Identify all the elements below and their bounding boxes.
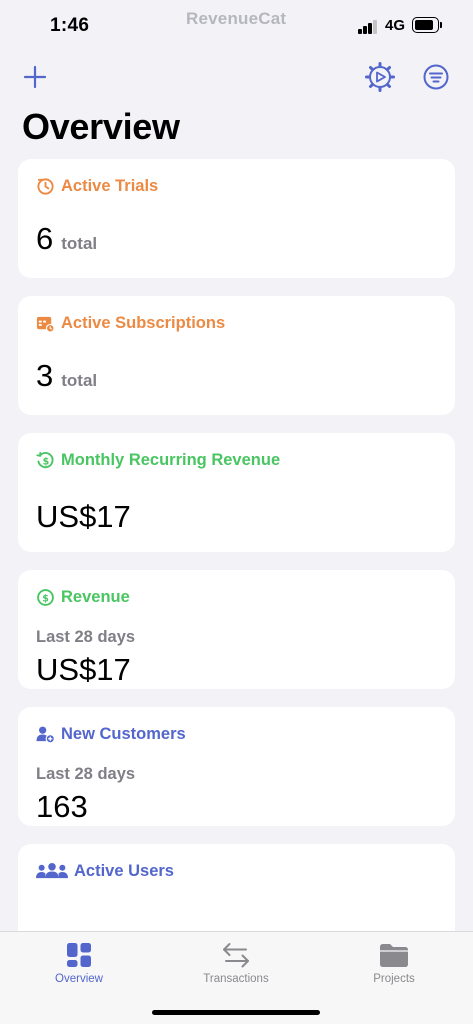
new-customers-card[interactable]: New Customers Last 28 days 163 [18, 707, 455, 826]
tab-label: Overview [55, 973, 103, 985]
card-title: Active Users [74, 862, 174, 880]
arrows-icon [223, 943, 249, 968]
calendar-icon [36, 316, 55, 333]
card-title: Monthly Recurring Revenue [61, 451, 281, 469]
status-bar: 1:46 RevenueCat 4G [0, 0, 473, 52]
mrr-card[interactable]: $ Monthly Recurring Revenue US$17 [18, 433, 455, 552]
card-title: Active Subscriptions [61, 314, 226, 332]
revenue-card[interactable]: $ Revenue Last 28 days US$17 [18, 570, 455, 689]
gear-play-icon [365, 62, 395, 92]
active-subscriptions-card[interactable]: Active Subscriptions 3 total [18, 296, 455, 415]
tab-transactions[interactable]: Transactions [176, 940, 296, 985]
page-title: Overview [22, 106, 180, 147]
card-period: Last 28 days [36, 628, 136, 646]
recurring-dollar-icon: $ [36, 451, 54, 469]
add-button[interactable] [18, 60, 52, 94]
card-value: US$17 [36, 499, 131, 534]
filter-button[interactable] [419, 60, 453, 94]
dashboard-icon [67, 943, 91, 967]
overview-cards: Active Trials 6 total Active Subscriptio… [18, 159, 455, 981]
card-unit: total [61, 371, 98, 390]
tab-projects[interactable]: Projects [334, 940, 454, 985]
card-title: New Customers [61, 725, 186, 743]
tab-overview[interactable]: Overview [19, 940, 139, 985]
tab-label: Projects [373, 973, 415, 985]
battery-icon [412, 17, 442, 34]
signal-icon [358, 20, 380, 34]
card-value: 6 [36, 221, 54, 256]
revenuecat-logo: RevenueCat [186, 9, 287, 28]
card-value: 163 [36, 789, 88, 824]
svg-text:$: $ [42, 593, 49, 604]
card-title: Revenue [61, 588, 130, 606]
dollar-circle-icon: $ [37, 589, 54, 606]
filter-icon [423, 64, 449, 90]
people-icon [36, 863, 68, 879]
settings-button[interactable] [363, 60, 397, 94]
add-person-icon [36, 726, 55, 744]
network-type: 4G [385, 17, 406, 34]
card-title: Active Trials [61, 177, 159, 195]
plus-icon [23, 65, 47, 89]
active-trials-card[interactable]: Active Trials 6 total [18, 159, 455, 278]
home-indicator[interactable] [152, 1010, 320, 1015]
timer-icon [37, 178, 54, 195]
tab-bar: Overview Transactions Projects [0, 931, 473, 1024]
svg-text:$: $ [43, 456, 50, 467]
status-time: 1:46 [50, 15, 90, 36]
tab-label: Transactions [203, 973, 269, 985]
card-unit: total [61, 234, 98, 253]
card-value: US$17 [36, 652, 131, 687]
card-period: Last 28 days [36, 765, 136, 783]
folder-icon [380, 944, 408, 967]
card-value: 3 [36, 358, 54, 393]
